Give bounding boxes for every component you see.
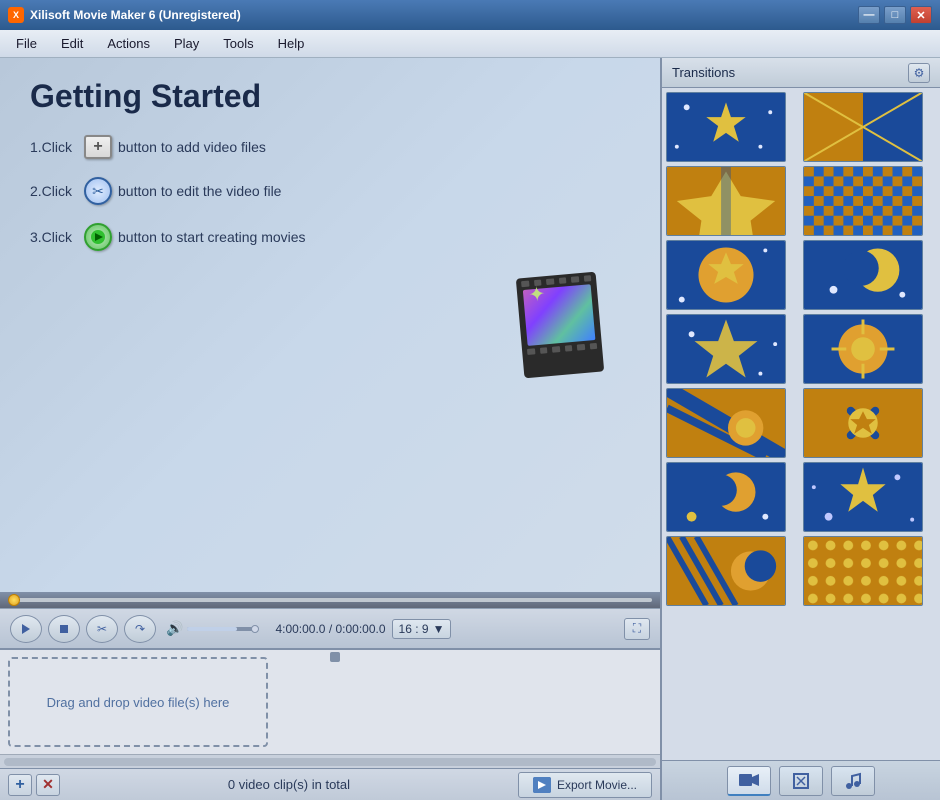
instruction-2: 2.Click ✂ button to edit the video file: [30, 177, 630, 205]
transition-thumb[interactable]: [666, 240, 786, 310]
scrubber-thumb[interactable]: [8, 594, 20, 606]
menu-actions[interactable]: Actions: [95, 32, 162, 55]
transition-thumb[interactable]: [803, 536, 923, 606]
window-controls: — □ ✕: [858, 6, 932, 24]
crop-tab[interactable]: [779, 766, 823, 796]
menu-tools[interactable]: Tools: [211, 32, 265, 55]
transitions-grid: [662, 88, 940, 760]
menu-edit[interactable]: Edit: [49, 32, 95, 55]
cut-button[interactable]: ✂: [86, 615, 118, 643]
export-label: Export Movie...: [557, 778, 637, 792]
play-button[interactable]: [10, 615, 42, 643]
transition-thumb[interactable]: [803, 462, 923, 532]
transition-thumb[interactable]: [803, 166, 923, 236]
menu-play[interactable]: Play: [162, 32, 211, 55]
maximize-button[interactable]: □: [884, 6, 906, 24]
instruction-3: 3.Click button to start creating movies: [30, 223, 630, 251]
aspect-ratio-selector[interactable]: 16 : 9 ▼: [392, 619, 452, 639]
export-icon: [533, 777, 551, 793]
step1-prefix: 1.Click: [30, 139, 72, 155]
edit-button-icon: ✂: [84, 177, 112, 205]
left-panel: Getting Started 1.Click + button to add …: [0, 58, 660, 800]
create-button-icon: [84, 223, 112, 251]
instruction-1: 1.Click + button to add video files: [30, 135, 630, 159]
sparkle-icon: ✦: [527, 281, 546, 307]
dropdown-arrow-icon: ▼: [433, 622, 445, 636]
scrubber-bar[interactable]: [0, 592, 660, 608]
right-panel: Transitions ⚙: [660, 58, 940, 800]
scrollbar-handle[interactable]: [330, 652, 340, 662]
transition-thumb[interactable]: [666, 314, 786, 384]
step3-suffix: button to start creating movies: [118, 229, 306, 245]
remove-clip-button[interactable]: ✕: [36, 774, 60, 796]
close-button[interactable]: ✕: [910, 6, 932, 24]
transition-thumb[interactable]: [803, 92, 923, 162]
timeline-scrollbar[interactable]: [0, 754, 660, 768]
drop-zone[interactable]: Drag and drop video file(s) here: [8, 657, 268, 747]
transition-thumb[interactable]: [666, 462, 786, 532]
getting-started-title: Getting Started: [30, 78, 630, 115]
transition-thumb[interactable]: [803, 240, 923, 310]
controls-bar: ✂ ↷ 🔊 4:00:00.0 / 0:00:00.0 16 : 9 ▼ ⛶: [0, 608, 660, 648]
film-decoration: ✦: [516, 272, 604, 379]
drop-zone-text: Drag and drop video file(s) here: [47, 695, 230, 710]
step2-suffix: button to edit the video file: [118, 183, 281, 199]
timeline-area: Drag and drop video file(s) here: [0, 648, 660, 768]
title-bar: X Xilisoft Movie Maker 6 (Unregistered) …: [0, 0, 940, 30]
music-tab[interactable]: [831, 766, 875, 796]
step2-prefix: 2.Click: [30, 183, 72, 199]
app-icon: X: [8, 7, 24, 23]
transition-thumb[interactable]: [666, 92, 786, 162]
transitions-title: Transitions: [672, 65, 735, 80]
stop-button[interactable]: [48, 615, 80, 643]
clip-count: 0 video clip(s) in total: [60, 777, 518, 792]
transitions-settings-button[interactable]: ⚙: [908, 63, 930, 83]
right-panel-tabs: [662, 760, 940, 800]
menu-file[interactable]: File: [4, 32, 49, 55]
timeline-scroll[interactable]: Drag and drop video file(s) here: [0, 650, 660, 754]
transition-thumb[interactable]: [803, 314, 923, 384]
main-content: Getting Started 1.Click + button to add …: [0, 58, 940, 800]
volume-track[interactable]: [187, 627, 257, 631]
transitions-header: Transitions ⚙: [662, 58, 940, 88]
transition-thumb[interactable]: [803, 388, 923, 458]
scrollbar-track[interactable]: [4, 758, 656, 766]
add-clip-button[interactable]: +: [8, 774, 32, 796]
minimize-button[interactable]: —: [858, 6, 880, 24]
fullscreen-button[interactable]: ⛶: [624, 618, 650, 640]
transition-thumb[interactable]: [666, 536, 786, 606]
export-movie-button[interactable]: Export Movie...: [518, 772, 652, 798]
step3-prefix: 3.Click: [30, 229, 72, 245]
preview-area: Getting Started 1.Click + button to add …: [0, 58, 660, 592]
transition-thumb[interactable]: [666, 166, 786, 236]
time-display: 4:00:00.0 / 0:00:00.0: [275, 622, 385, 636]
volume-control[interactable]: 🔊: [166, 620, 257, 637]
step1-suffix: button to add video files: [118, 139, 266, 155]
window-title: Xilisoft Movie Maker 6 (Unregistered): [30, 8, 858, 22]
menu-help[interactable]: Help: [266, 32, 317, 55]
menu-bar: File Edit Actions Play Tools Help: [0, 30, 940, 58]
video-tab[interactable]: [727, 766, 771, 796]
status-bar: + ✕ 0 video clip(s) in total Export Movi…: [0, 768, 660, 800]
scrubber-track[interactable]: [8, 598, 652, 602]
transition-thumb[interactable]: [666, 388, 786, 458]
forward-button[interactable]: ↷: [124, 615, 156, 643]
add-button-icon: +: [84, 135, 112, 159]
volume-icon: 🔊: [166, 620, 183, 637]
